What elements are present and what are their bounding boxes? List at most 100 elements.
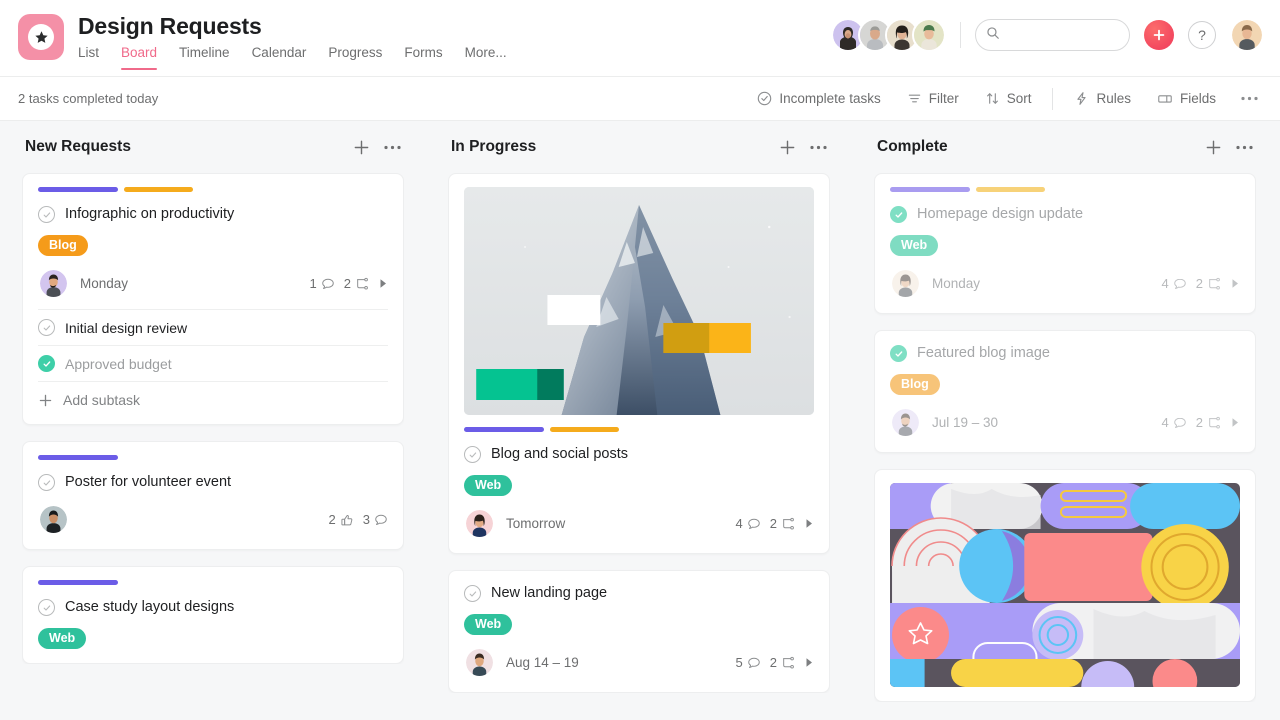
avatar[interactable] xyxy=(912,18,946,52)
comment-count: 4 xyxy=(736,516,761,531)
sort-button[interactable]: Sort xyxy=(972,84,1045,114)
assignee-avatar[interactable] xyxy=(890,268,921,299)
assignee-avatar[interactable] xyxy=(38,268,69,299)
tab-calendar[interactable]: Calendar xyxy=(252,44,307,70)
add-button[interactable] xyxy=(1144,20,1174,50)
task-card[interactable]: Poster for volunteer event 2 3 xyxy=(22,441,404,550)
subtask-count: 2 xyxy=(344,276,370,291)
column-add-task-button[interactable] xyxy=(779,139,796,156)
assignee-avatar[interactable] xyxy=(464,647,495,678)
task-complete-checkbox[interactable] xyxy=(464,585,481,602)
task-card[interactable]: New landing page Web Aug 14 – 19 5 2 xyxy=(448,570,830,693)
task-stats: 4 2 xyxy=(736,516,814,531)
search-box[interactable] xyxy=(975,19,1130,51)
task-tag-pill[interactable]: Blog xyxy=(38,235,88,256)
task-card[interactable]: Infographic on productivity Blog Monday … xyxy=(22,173,404,425)
column-menu-button[interactable] xyxy=(384,145,401,150)
task-tag-pill[interactable]: Web xyxy=(890,235,939,256)
subtask-count: 2 xyxy=(1196,415,1222,430)
task-due-date: Tomorrow xyxy=(506,516,566,531)
column-menu-button[interactable] xyxy=(810,145,827,150)
fields-button[interactable]: Fields xyxy=(1144,84,1229,114)
comment-count: 4 xyxy=(1162,415,1187,430)
task-complete-checkbox[interactable] xyxy=(890,345,907,362)
incomplete-tasks-button[interactable]: Incomplete tasks xyxy=(744,84,893,114)
subtask-label: Approved budget xyxy=(65,355,172,372)
rules-button[interactable]: Rules xyxy=(1061,84,1144,114)
comment-icon xyxy=(321,277,335,291)
column-actions xyxy=(353,139,401,156)
task-card[interactable]: Blog and social posts Web Tomorrow 4 2 xyxy=(448,173,830,554)
task-tag-pill[interactable]: Web xyxy=(464,614,513,635)
assignee-avatar[interactable] xyxy=(890,407,921,438)
comment-count: 4 xyxy=(1162,276,1187,291)
page-title: Design Requests xyxy=(78,13,262,39)
assignee-avatar[interactable] xyxy=(464,508,495,539)
toolbar-overflow-button[interactable] xyxy=(1229,84,1264,114)
task-card[interactable]: Homepage design update Web Monday 4 2 xyxy=(874,173,1256,314)
task-meta-row: Aug 14 – 19 5 2 xyxy=(464,647,814,678)
header-right: ? xyxy=(831,12,1264,52)
task-tag-pill[interactable]: Blog xyxy=(890,374,940,395)
subtask-icon xyxy=(781,517,796,531)
filter-button[interactable]: Filter xyxy=(894,84,972,114)
column-add-task-button[interactable] xyxy=(1205,139,1222,156)
member-avatars[interactable] xyxy=(831,18,946,52)
task-card[interactable]: Featured blog image Blog Jul 19 – 30 4 2 xyxy=(874,330,1256,453)
help-button[interactable]: ? xyxy=(1188,21,1216,49)
comment-value: 1 xyxy=(309,276,317,291)
task-complete-checkbox[interactable] xyxy=(38,474,55,491)
tab-progress[interactable]: Progress xyxy=(328,44,382,70)
board-toolbar: 2 tasks completed today Incomplete tasks… xyxy=(0,76,1280,121)
column-menu-button[interactable] xyxy=(1236,145,1253,150)
column-header: New Requests xyxy=(22,121,404,173)
subtask-checkbox[interactable] xyxy=(38,319,55,336)
project-bar xyxy=(38,187,118,192)
project-bar xyxy=(38,455,118,460)
task-title: Case study layout designs xyxy=(65,599,235,615)
task-complete-checkbox[interactable] xyxy=(890,206,907,223)
subtask-checkbox[interactable] xyxy=(38,355,55,372)
task-complete-checkbox[interactable] xyxy=(464,446,481,463)
task-title: Featured blog image xyxy=(917,345,1050,361)
tab-list[interactable]: List xyxy=(78,44,99,70)
search-input[interactable] xyxy=(1006,27,1119,43)
subtask-item[interactable]: Approved budget xyxy=(38,345,388,381)
subtask-item[interactable]: Initial design review xyxy=(38,309,388,345)
task-meta-row: Monday 1 2 xyxy=(38,268,388,299)
project-bar xyxy=(550,427,619,432)
plus-icon xyxy=(39,394,52,406)
task-title: New landing page xyxy=(491,585,608,601)
assignee-avatar[interactable] xyxy=(38,504,69,535)
expand-task-caret[interactable] xyxy=(1231,278,1240,289)
expand-task-caret[interactable] xyxy=(1231,417,1240,428)
comment-value: 4 xyxy=(1161,415,1169,430)
expand-task-caret[interactable] xyxy=(805,657,814,668)
column-title: Complete xyxy=(877,138,948,155)
filter-icon xyxy=(907,91,922,106)
task-complete-checkbox[interactable] xyxy=(38,599,55,616)
task-tag-pill[interactable]: Web xyxy=(464,475,513,496)
expand-task-caret[interactable] xyxy=(805,518,814,529)
task-card[interactable] xyxy=(874,469,1256,702)
add-subtask-button[interactable]: Add subtask xyxy=(38,381,388,410)
comment-icon xyxy=(747,656,761,670)
tab-more[interactable]: More... xyxy=(465,44,507,70)
column-add-task-button[interactable] xyxy=(353,139,370,156)
expand-task-caret[interactable] xyxy=(379,278,388,289)
project-color-bars xyxy=(464,427,814,432)
task-cover-image xyxy=(890,483,1240,687)
header-left: Design Requests List Board Timeline Cale… xyxy=(18,12,507,70)
tab-timeline[interactable]: Timeline xyxy=(179,44,230,70)
current-user-avatar[interactable] xyxy=(1230,18,1264,52)
subtask-value: 2 xyxy=(769,516,777,531)
task-tag-pill[interactable]: Web xyxy=(38,628,87,649)
tab-forms[interactable]: Forms xyxy=(404,44,442,70)
task-complete-checkbox[interactable] xyxy=(38,206,55,223)
view-tabs: List Board Timeline Calendar Progress Fo… xyxy=(78,44,507,70)
subtask-icon xyxy=(781,656,796,670)
comment-value: 5 xyxy=(735,655,743,670)
project-logo[interactable] xyxy=(18,14,64,60)
tab-board[interactable]: Board xyxy=(121,44,158,70)
task-card[interactable]: Case study layout designs Web xyxy=(22,566,404,664)
